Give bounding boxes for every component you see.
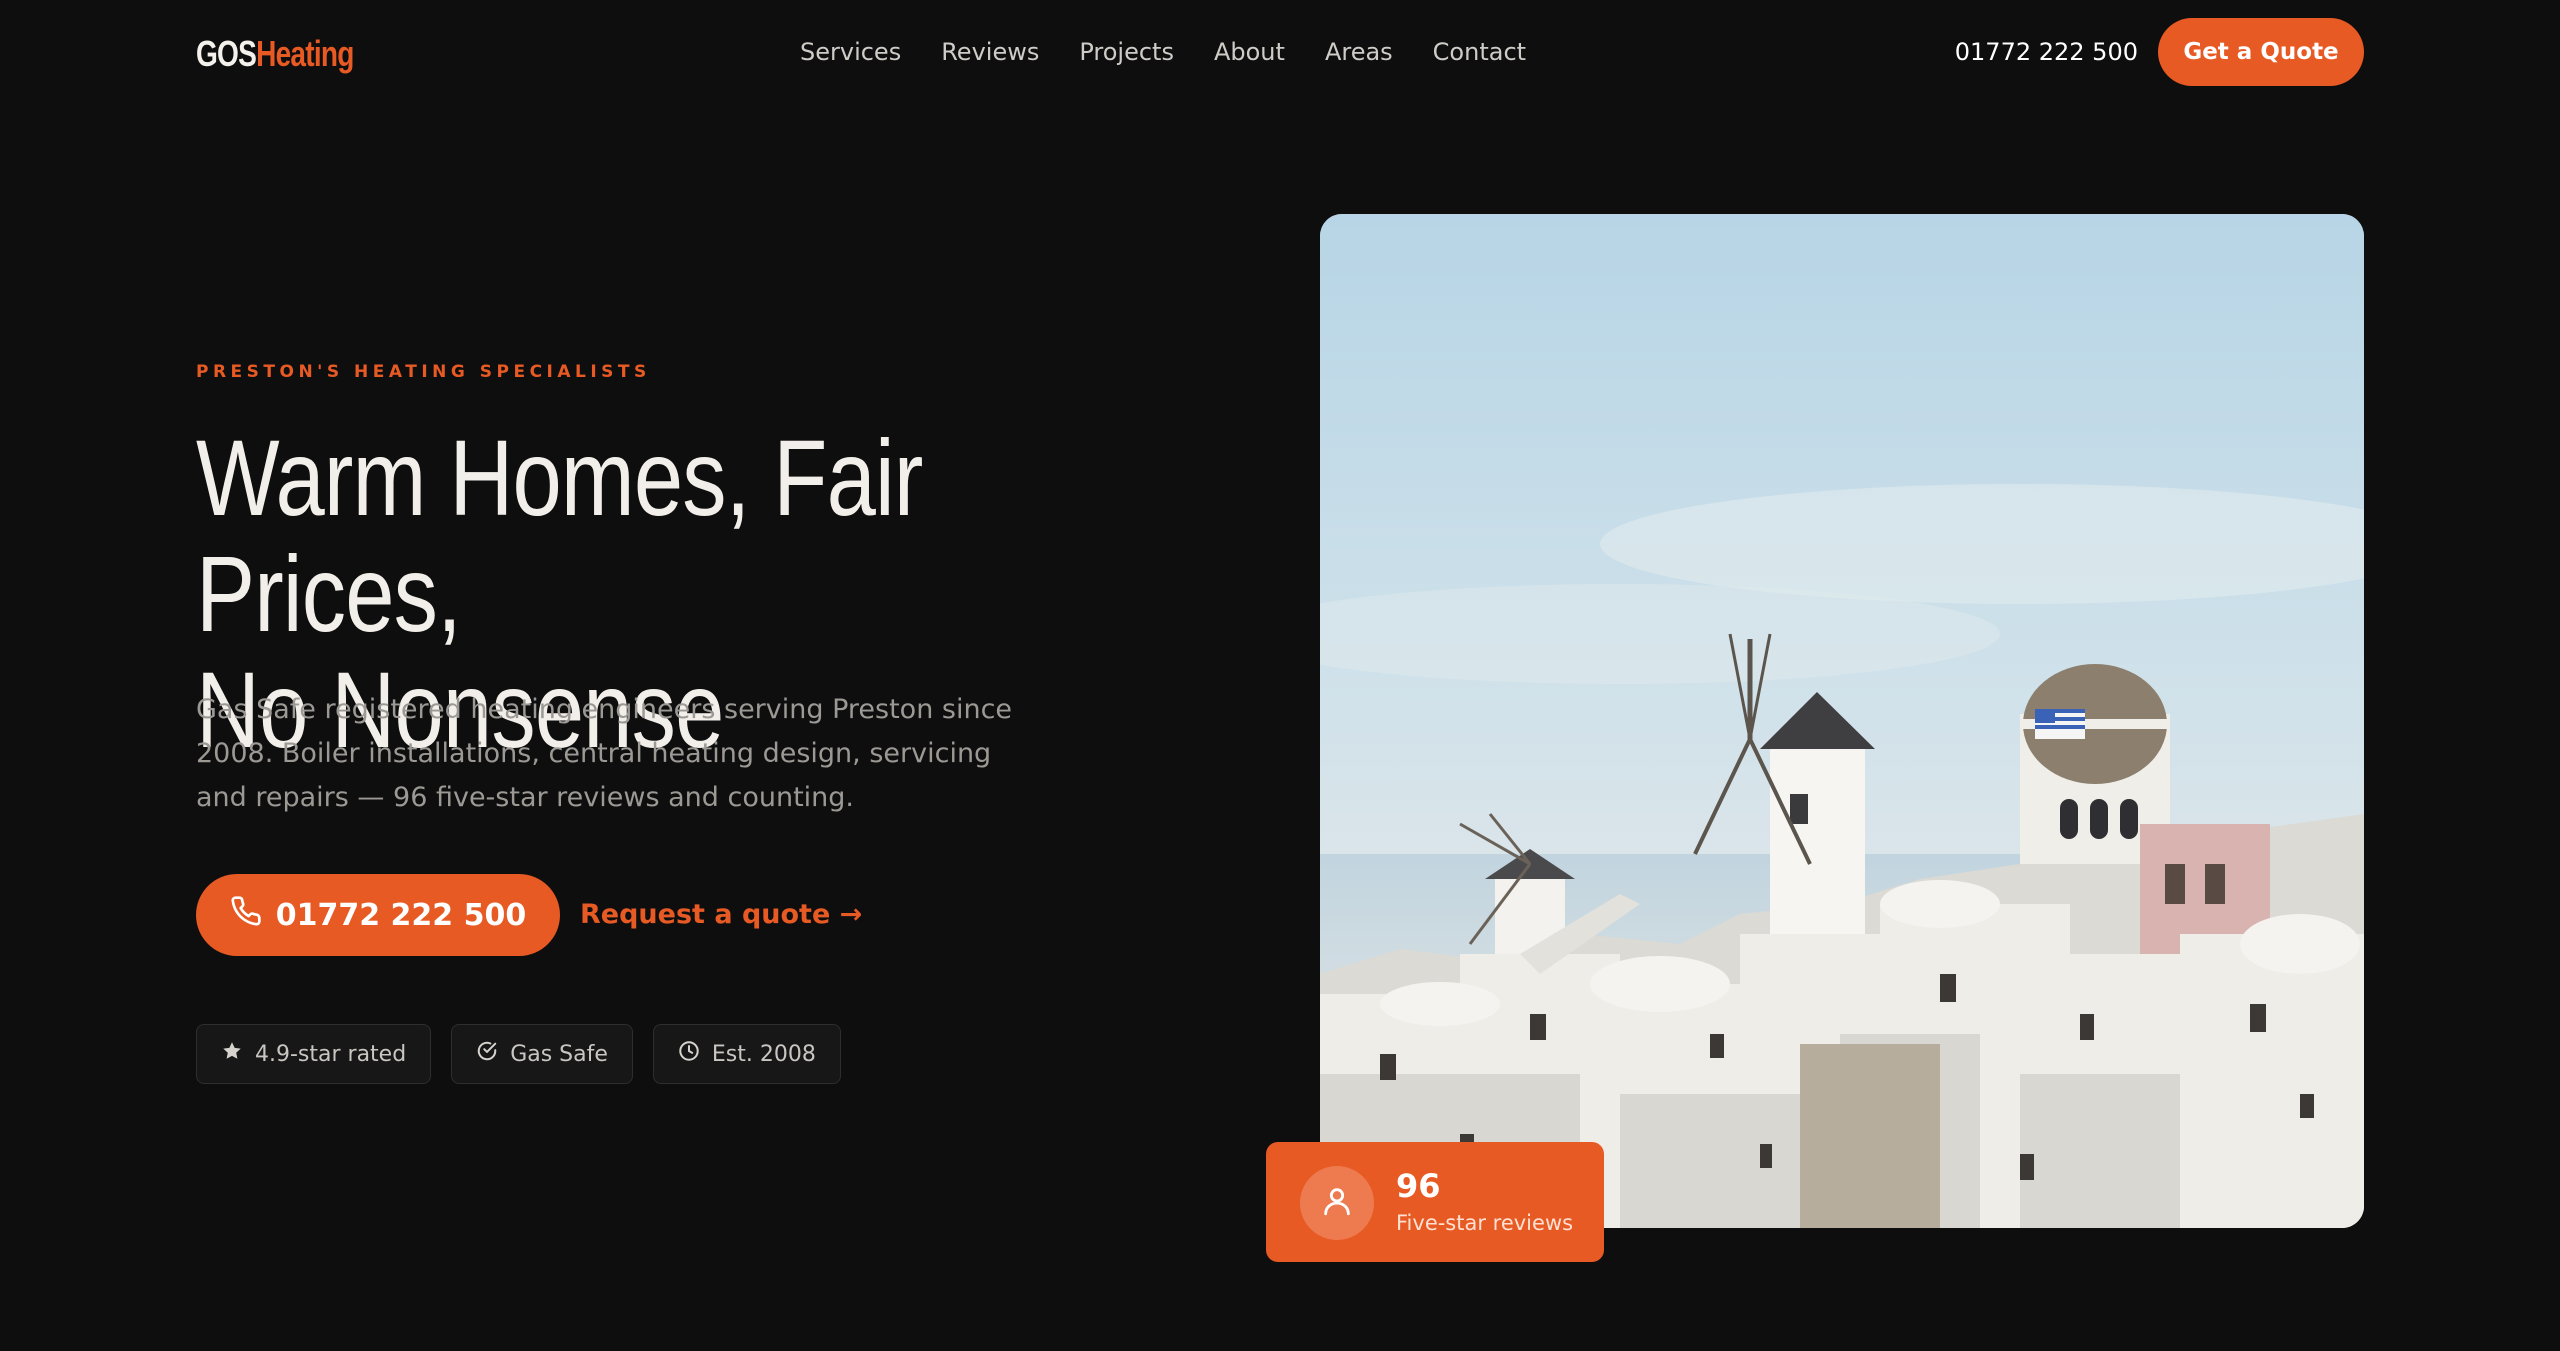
user-icon xyxy=(1320,1184,1354,1222)
hero-image xyxy=(1320,214,2364,1228)
review-count-label: Five-star reviews xyxy=(1396,1211,1574,1235)
review-count-card: 96 Five-star reviews xyxy=(1266,1142,1604,1262)
check-circle-icon xyxy=(476,1040,498,1068)
main-nav: Services Reviews Projects About Areas Co… xyxy=(800,34,1566,70)
nav-link-contact[interactable]: Contact xyxy=(1433,34,1526,70)
nav-link-services[interactable]: Services xyxy=(800,34,901,70)
call-phone-button[interactable]: 01772 222 500 xyxy=(196,874,560,956)
hero-village-illustration xyxy=(1320,214,2364,1228)
nav-link-areas[interactable]: Areas xyxy=(1325,34,1393,70)
badge-established-label: Est. 2008 xyxy=(711,1041,816,1067)
badge-gas-safe: Gas Safe xyxy=(451,1024,633,1084)
logo[interactable]: GOSHeating xyxy=(196,32,354,76)
logo-text-accent: Heating xyxy=(256,33,354,74)
badge-established: Est. 2008 xyxy=(652,1024,841,1084)
call-phone-button-label: 01772 222 500 xyxy=(275,897,527,933)
nav-link-projects[interactable]: Projects xyxy=(1079,34,1174,70)
review-count-value: 96 xyxy=(1396,1167,1441,1205)
request-quote-link[interactable]: Request a quote → xyxy=(580,896,862,934)
get-quote-button[interactable]: Get a Quote xyxy=(2158,18,2364,86)
nav-link-reviews[interactable]: Reviews xyxy=(941,34,1039,70)
hero-headline-line1: Warm Homes, Fair Prices, xyxy=(196,417,923,654)
hero-description: Gas Safe registered heating engineers se… xyxy=(196,694,1013,813)
trust-badges: 4.9-star rated Gas Safe Est. 2008 xyxy=(196,1024,841,1084)
nav-link-about[interactable]: About xyxy=(1214,34,1285,70)
badge-gas-safe-label: Gas Safe xyxy=(510,1041,608,1067)
phone-icon xyxy=(230,895,262,935)
badge-rating-label: 4.9-star rated xyxy=(255,1041,407,1067)
hero-eyebrow: PRESTON'S HEATING SPECIALISTS xyxy=(196,362,651,382)
star-icon xyxy=(221,1040,243,1068)
header-phone-link[interactable]: 01772 222 500 xyxy=(1955,34,2138,70)
badge-rating: 4.9-star rated xyxy=(196,1024,432,1084)
review-avatar xyxy=(1300,1166,1374,1240)
site-header: GOSHeating Services Reviews Projects Abo… xyxy=(0,0,2560,104)
clock-icon xyxy=(678,1040,700,1068)
logo-text-primary: GOS xyxy=(196,33,257,74)
